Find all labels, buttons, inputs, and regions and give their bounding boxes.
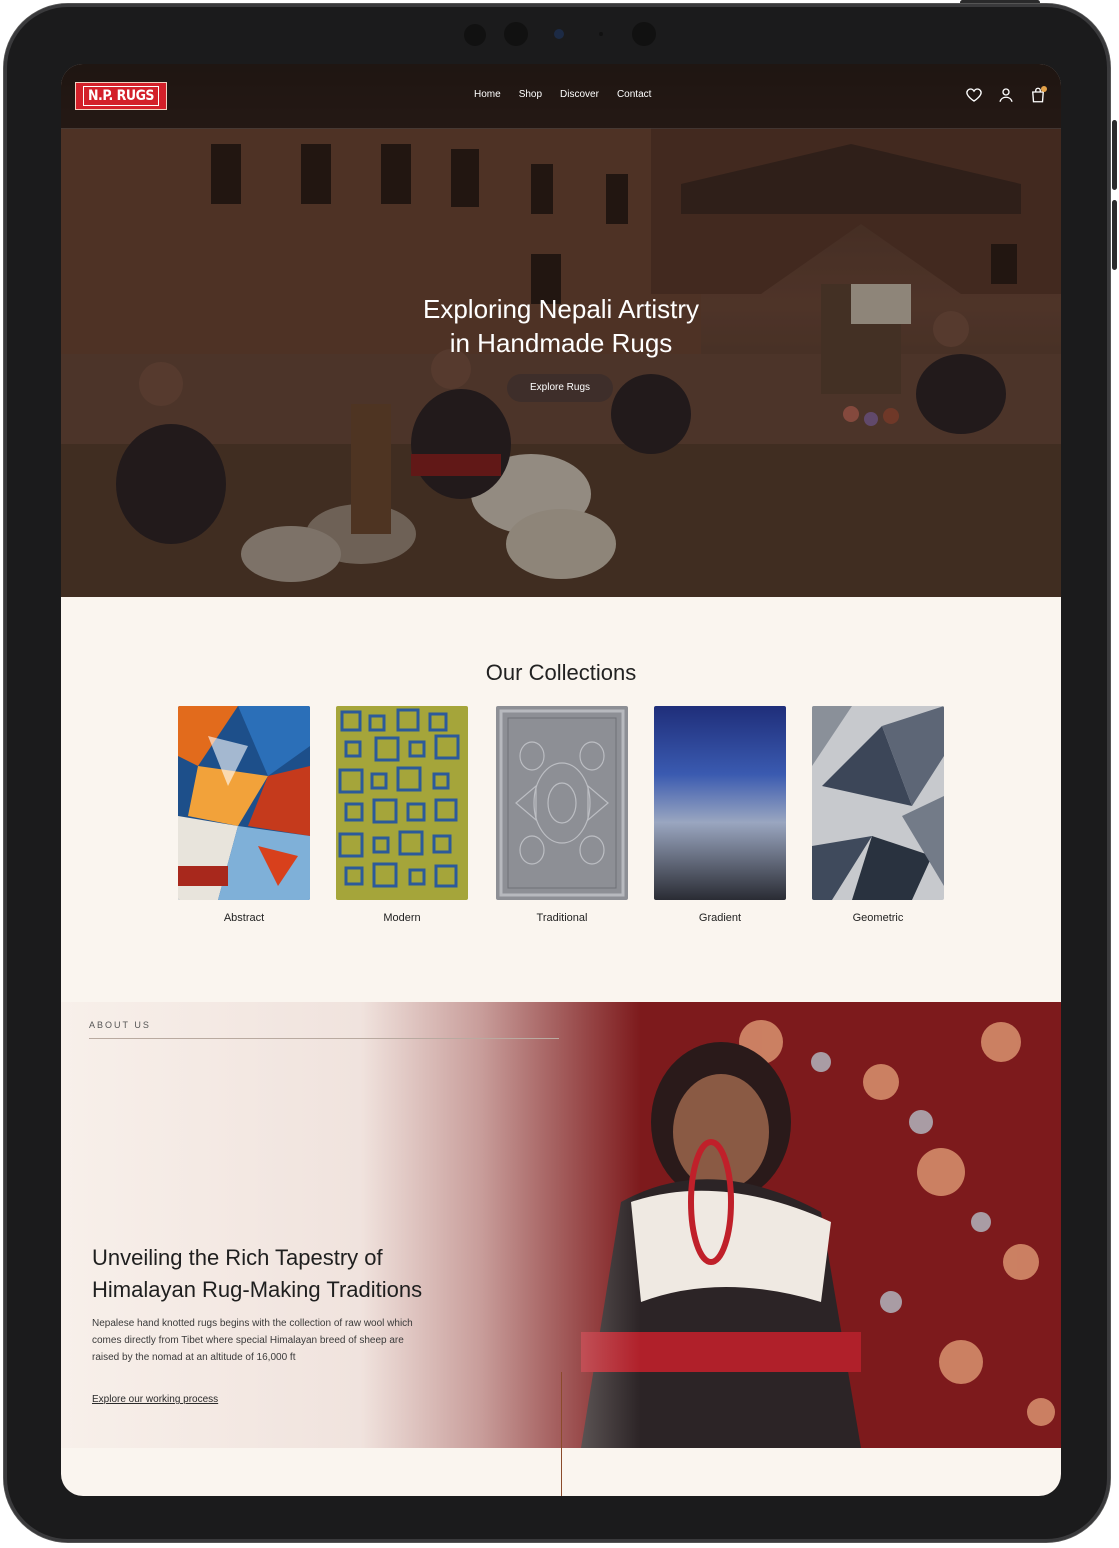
hero-title-line2: in Handmade Rugs <box>449 328 673 358</box>
about-title: Unveiling the Rich Tapestry of Himalayan… <box>92 1242 512 1306</box>
collection-card-gradient[interactable]: Gradient <box>654 706 786 924</box>
hero-title-line1: Exploring Nepali Artistry <box>423 294 699 324</box>
nav-home[interactable]: Home <box>474 89 501 100</box>
nav-shop[interactable]: Shop <box>519 89 542 100</box>
abstract-rug-image[interactable] <box>178 706 310 900</box>
collection-label: Modern <box>383 912 421 924</box>
about-title-line1: Unveiling the Rich Tapestry of <box>92 1245 383 1270</box>
collection-label: Abstract <box>223 912 265 924</box>
collection-card-geometric[interactable]: Geometric <box>812 706 944 924</box>
collection-label: Gradient <box>698 912 742 924</box>
logo-text: N.P. RUGS <box>83 86 159 106</box>
nav-contact[interactable]: Contact <box>617 89 651 100</box>
nav-links: Home Shop Discover Contact <box>474 89 651 100</box>
tablet-frame: N.P. RUGS Home Shop Discover Contact Exp… <box>4 4 1110 1542</box>
hero-title: Exploring Nepali Artistry in Handmade Ru… <box>61 292 1061 360</box>
traditional-rug-image[interactable] <box>496 706 628 900</box>
nav-icons <box>965 86 1047 104</box>
nav-discover[interactable]: Discover <box>560 89 599 100</box>
gradient-rug-image[interactable] <box>654 706 786 900</box>
collection-label: Geometric <box>852 912 904 924</box>
collection-card-modern[interactable]: Modern <box>336 706 468 924</box>
about-description: Nepalese hand knotted rugs begins with t… <box>92 1318 413 1363</box>
heart-icon[interactable] <box>965 86 983 104</box>
collection-card-traditional[interactable]: Traditional <box>496 706 628 924</box>
volume-down-button <box>1112 200 1117 270</box>
collection-label: Traditional <box>536 912 588 924</box>
screen: N.P. RUGS Home Shop Discover Contact Exp… <box>61 64 1061 1496</box>
cart-badge <box>1041 86 1047 92</box>
volume-up-button <box>1112 120 1117 190</box>
about-title-line2: Himalayan Rug-Making Traditions <box>92 1277 423 1302</box>
modern-rug-image[interactable] <box>336 706 468 900</box>
collection-card-abstract[interactable]: Abstract <box>178 706 310 924</box>
geometric-rug-image[interactable] <box>812 706 944 900</box>
user-icon[interactable] <box>997 86 1015 104</box>
bag-icon[interactable] <box>1029 86 1047 104</box>
collections-title: Our Collections <box>485 660 637 685</box>
explore-rugs-button[interactable]: Explore Rugs <box>507 374 613 402</box>
brand-logo[interactable]: N.P. RUGS <box>75 82 167 110</box>
decorative-divider-line <box>561 1372 562 1496</box>
camera-bar <box>464 22 664 48</box>
about-eyebrow: ABOUT US <box>89 1020 151 1030</box>
explore-process-link[interactable]: Explore our working process <box>92 1394 218 1405</box>
top-navigation: N.P. RUGS Home Shop Discover Contact <box>61 64 1061 129</box>
hero-banner: N.P. RUGS Home Shop Discover Contact Exp… <box>61 64 1061 597</box>
about-divider <box>89 1038 559 1039</box>
